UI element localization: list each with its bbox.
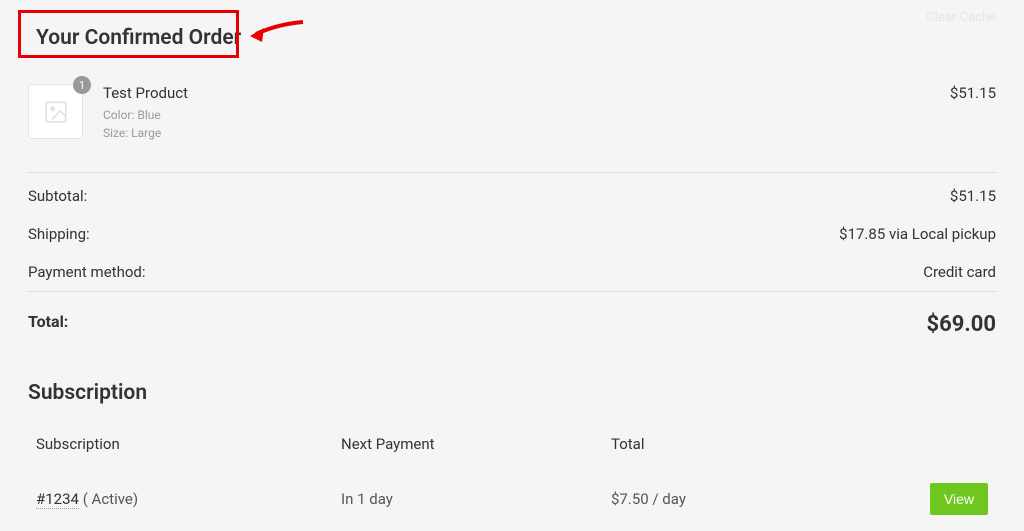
view-button[interactable]: View [930, 483, 988, 515]
payment-method-value: Credit card [923, 263, 996, 281]
subscription-next-payment: In 1 day [341, 490, 611, 508]
subscription-id-link[interactable]: #1234 [36, 490, 79, 509]
payment-method-row: Payment method: Credit card [28, 253, 996, 291]
shipping-label: Shipping: [28, 225, 90, 243]
annotation-arrow [248, 18, 308, 48]
header-subscription: Subscription [36, 435, 341, 453]
subtotal-value: $51.15 [950, 187, 996, 205]
header-next-payment: Next Payment [341, 435, 611, 453]
subscription-heading: Subscription [28, 381, 996, 405]
image-placeholder-icon [43, 99, 69, 125]
page-title: Your Confirmed Order [28, 20, 249, 56]
product-variation-color: Color: Blue [103, 106, 950, 124]
total-row: Total: $69.00 [28, 292, 996, 343]
subtotal-row: Subtotal: $51.15 [28, 173, 996, 215]
total-label: Total: [28, 312, 68, 337]
payment-method-label: Payment method: [28, 263, 145, 281]
clear-cache-link[interactable]: Clear Cache [926, 10, 996, 25]
subscription-row: #1234 ( Active) In 1 day $7.50 / day Vie… [28, 473, 996, 525]
subscription-total: $7.50 / day [611, 490, 918, 508]
quantity-badge: 1 [73, 76, 91, 94]
product-price: $51.15 [950, 84, 996, 102]
product-name: Test Product [103, 84, 950, 102]
shipping-value: $17.85 via Local pickup [839, 225, 996, 243]
order-item-row: 1 Test Product Color: Blue Size: Large $… [28, 84, 996, 142]
product-variation-size: Size: Large [103, 124, 950, 142]
subscription-table-header: Subscription Next Payment Total [28, 425, 996, 463]
total-value: $69.00 [927, 312, 997, 337]
subtotal-label: Subtotal: [28, 187, 87, 205]
shipping-row: Shipping: $17.85 via Local pickup [28, 215, 996, 253]
header-total: Total [611, 435, 918, 453]
product-thumbnail: 1 [28, 84, 83, 139]
subscription-table: Subscription Next Payment Total #1234 ( … [28, 425, 996, 525]
subscription-status: ( Active) [79, 490, 138, 508]
